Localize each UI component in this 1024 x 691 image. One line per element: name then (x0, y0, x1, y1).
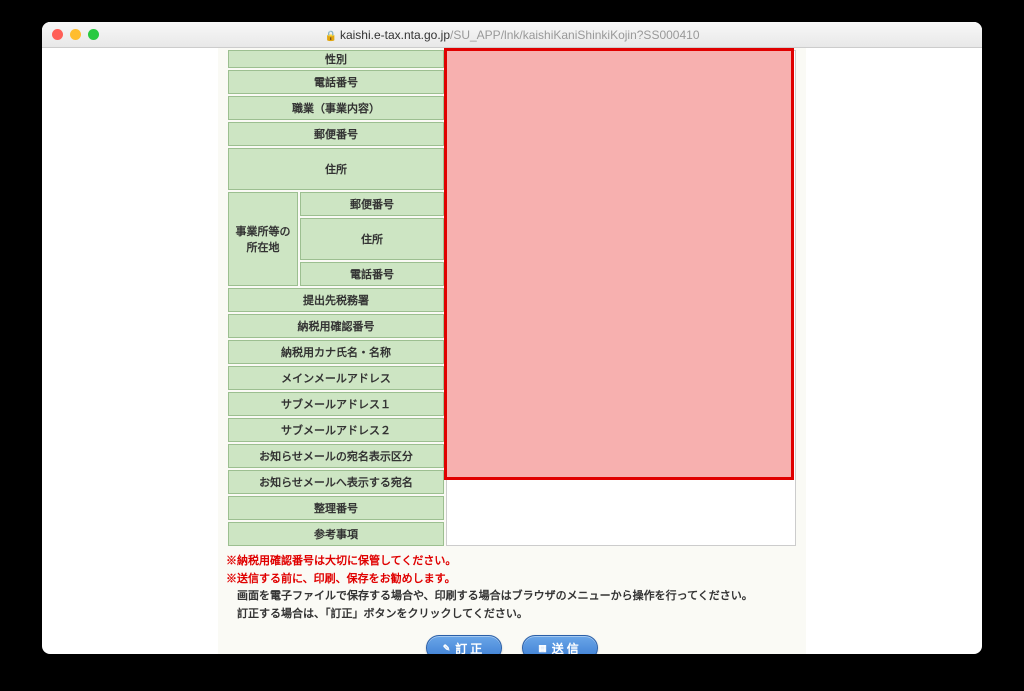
label-atena: お知らせメールへ表示する宛名 (228, 470, 444, 494)
label-seibetsu: 性別 (228, 50, 444, 68)
label-atena-kubun: お知らせメールの宛名表示区分 (228, 444, 444, 468)
browser-window: 🔒 kaishi.e-tax.nta.go.jp/SU_APP/lnk/kaish… (42, 22, 982, 654)
form-area: 性別 電話番号 職業（事業内容） 郵便番号 住所 事業所等の所在地 郵便番号 住… (226, 48, 798, 548)
label-tel: 電話番号 (228, 70, 444, 94)
notes: ※納税用確認番号は大切に保管してください。 ※送信する前に、印刷、保存をお勧めし… (226, 553, 798, 623)
label-jigyosho-yubin: 郵便番号 (300, 192, 444, 216)
note-warn1: ※納税用確認番号は大切に保管してください。 (226, 553, 798, 571)
close-icon[interactable] (52, 29, 63, 40)
window-controls (52, 29, 99, 40)
highlight-data-area (444, 48, 794, 480)
label-shokugyo: 職業（事業内容） (228, 96, 444, 120)
button-row: ✎ 訂正 ▦ 送信 (218, 635, 806, 654)
maximize-icon[interactable] (88, 29, 99, 40)
url-host: kaishi.e-tax.nta.go.jp (340, 28, 450, 42)
label-kakunin-bango: 納税用確認番号 (228, 314, 444, 338)
correct-label: 訂正 (455, 640, 485, 654)
label-teishutsu: 提出先税務署 (228, 288, 444, 312)
label-sub-mail2: サブメールアドレス２ (228, 418, 444, 442)
correct-button[interactable]: ✎ 訂正 (426, 635, 502, 654)
label-jigyosho-tel: 電話番号 (300, 262, 444, 286)
label-jusho: 住所 (228, 148, 444, 190)
label-jigyosho-jusho: 住所 (300, 218, 444, 260)
pencil-icon: ✎ (443, 643, 454, 654)
lock-icon: 🔒 (324, 31, 336, 42)
label-seiri-bango: 整理番号 (228, 496, 444, 520)
minimize-icon[interactable] (70, 29, 81, 40)
content: 性別 電話番号 職業（事業内容） 郵便番号 住所 事業所等の所在地 郵便番号 住… (42, 48, 982, 654)
label-sub-mail1: サブメールアドレス１ (228, 392, 444, 416)
label-sanko: 参考事項 (228, 522, 444, 546)
send-icon: ▦ (538, 643, 550, 654)
send-label: 送信 (552, 640, 582, 654)
note-warn2: ※送信する前に、印刷、保存をお勧めします。 (226, 571, 798, 589)
label-kana-meisho: 納税用カナ氏名・名称 (228, 340, 444, 364)
titlebar: 🔒 kaishi.e-tax.nta.go.jp/SU_APP/lnk/kaish… (42, 22, 982, 48)
url-path: /SU_APP/lnk/kaishiKaniShinkiKojin?SS0004… (450, 28, 700, 42)
send-button[interactable]: ▦ 送信 (522, 635, 598, 654)
label-main-mail: メインメールアドレス (228, 366, 444, 390)
page: 性別 電話番号 職業（事業内容） 郵便番号 住所 事業所等の所在地 郵便番号 住… (218, 48, 806, 654)
label-jigyosho-group: 事業所等の所在地 (228, 192, 298, 286)
address-bar: 🔒 kaishi.e-tax.nta.go.jp/SU_APP/lnk/kaish… (42, 28, 982, 42)
note-info2: 訂正する場合は、「訂正」ボタンをクリックしてください。 (226, 606, 798, 624)
note-info1: 画面を電子ファイルで保存する場合や、印刷する場合はブラウザのメニューから操作を行… (226, 588, 798, 606)
label-yubin: 郵便番号 (228, 122, 444, 146)
